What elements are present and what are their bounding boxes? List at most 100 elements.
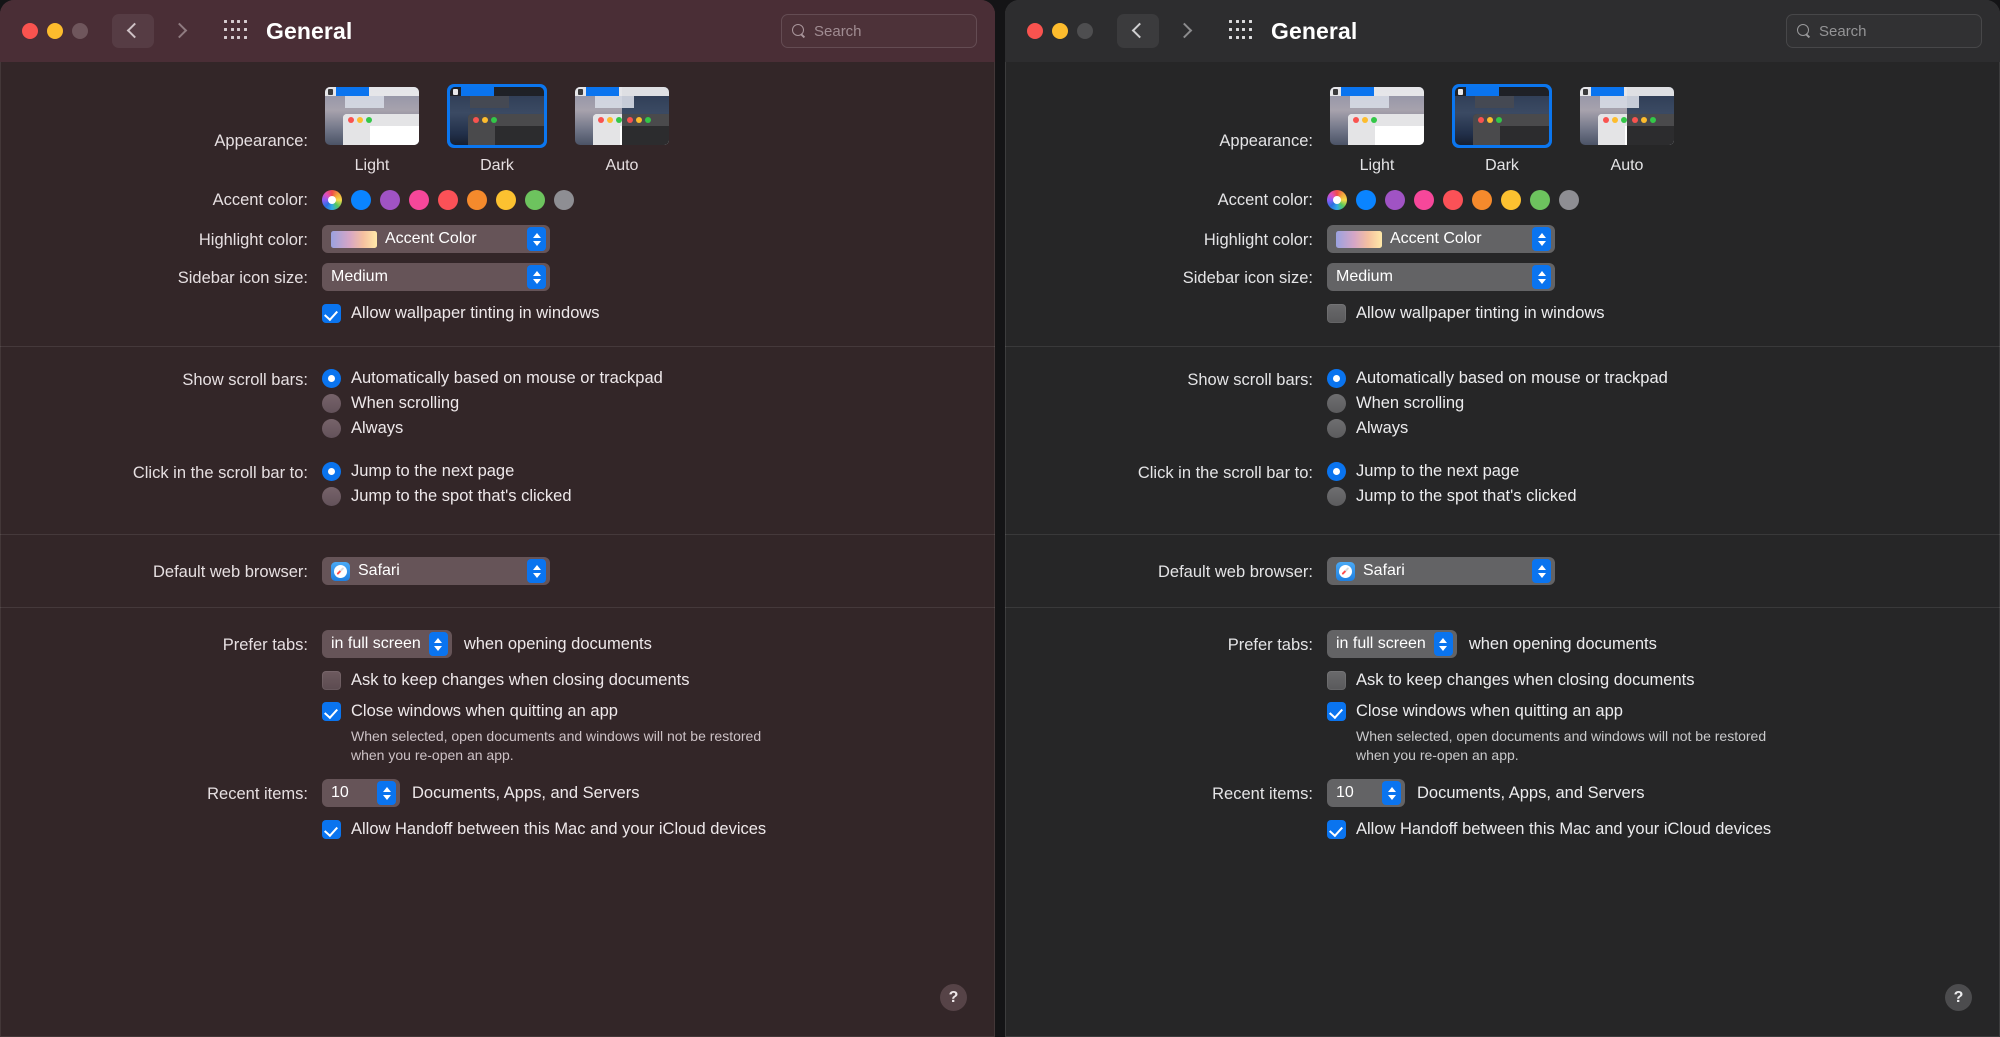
popup-arrows-icon[interactable] (1532, 265, 1551, 289)
accent-swatch-green[interactable] (1530, 190, 1550, 210)
popup-arrows-icon[interactable] (527, 227, 546, 251)
search-field[interactable]: Search (781, 14, 977, 48)
checkbox-checked-icon[interactable] (322, 304, 341, 323)
radio-selected-icon[interactable] (1327, 369, 1346, 388)
checkbox-unchecked-icon[interactable] (1327, 671, 1346, 690)
radio-unselected-icon[interactable] (1327, 419, 1346, 438)
appearance-option-light[interactable]: Light (1327, 84, 1427, 175)
scroll-bars-option-always[interactable]: Always (1327, 419, 1970, 438)
click-scroll-option-next-page[interactable]: Jump to the next page (1327, 462, 1970, 481)
appearance-option-light[interactable]: Light (322, 84, 422, 175)
scroll-bars-option-auto[interactable]: Automatically based on mouse or trackpad (1327, 369, 1970, 388)
checkbox-checked-icon[interactable] (322, 820, 341, 839)
minimize-button[interactable] (1052, 23, 1068, 39)
recent-items-popup[interactable]: 10 (1327, 779, 1405, 807)
appearance-option-dark[interactable]: Dark (447, 84, 547, 175)
show-all-grid-icon[interactable] (224, 20, 248, 42)
radio-unselected-icon[interactable] (1327, 487, 1346, 506)
sidebar-icon-size-popup[interactable]: Medium (1327, 263, 1555, 291)
popup-arrows-icon[interactable] (429, 632, 448, 656)
radio-selected-icon[interactable] (322, 462, 341, 481)
accent-swatch-red[interactable] (438, 190, 458, 210)
close-button[interactable] (1027, 23, 1043, 39)
handoff-checkbox[interactable]: Allow Handoff between this Mac and your … (322, 819, 965, 840)
back-button[interactable] (112, 14, 154, 48)
click-scroll-option-spot-clicked[interactable]: Jump to the spot that's clicked (322, 487, 965, 506)
accent-swatch-red[interactable] (1443, 190, 1463, 210)
forward-button[interactable] (158, 14, 200, 48)
accent-swatch-pink[interactable] (409, 190, 429, 210)
radio-unselected-icon[interactable] (1327, 394, 1346, 413)
ask-keep-changes-checkbox[interactable]: Ask to keep changes when closing documen… (322, 670, 965, 691)
popup-arrows-icon[interactable] (1434, 632, 1453, 656)
wallpaper-tinting-checkbox[interactable]: Allow wallpaper tinting in windows (1327, 303, 1970, 324)
radio-selected-icon[interactable] (1327, 462, 1346, 481)
accent-swatch-purple[interactable] (380, 190, 400, 210)
scroll-bars-option-when-scrolling[interactable]: When scrolling (322, 394, 965, 413)
appearance-option-auto[interactable]: Auto (572, 84, 672, 175)
accent-swatch-multicolor[interactable] (322, 190, 342, 210)
accent-swatch-blue[interactable] (1356, 190, 1376, 210)
highlight-color-popup[interactable]: Accent Color (1327, 225, 1555, 253)
help-button[interactable]: ? (940, 984, 967, 1011)
default-browser-popup[interactable]: Safari (1327, 557, 1555, 585)
radio-selected-icon[interactable] (322, 369, 341, 388)
popup-arrows-icon[interactable] (377, 781, 396, 805)
popup-arrows-icon[interactable] (527, 559, 546, 583)
scroll-bars-option-auto-label: Automatically based on mouse or trackpad (1356, 369, 1668, 388)
show-all-grid-icon[interactable] (1229, 20, 1253, 42)
accent-swatch-pink[interactable] (1414, 190, 1434, 210)
checkbox-checked-icon[interactable] (322, 702, 341, 721)
wallpaper-tinting-checkbox[interactable]: Allow wallpaper tinting in windows (322, 303, 965, 324)
click-scroll-option-spot-clicked[interactable]: Jump to the spot that's clicked (1327, 487, 1970, 506)
accent-swatch-graphite[interactable] (1559, 190, 1579, 210)
click-scroll-option-next-page[interactable]: Jump to the next page (322, 462, 965, 481)
scroll-bars-option-auto[interactable]: Automatically based on mouse or trackpad (322, 369, 965, 388)
zoom-button[interactable] (1077, 23, 1093, 39)
appearance-option-dark[interactable]: Dark (1452, 84, 1552, 175)
recent-items-popup[interactable]: 10 (322, 779, 400, 807)
help-button[interactable]: ? (1945, 984, 1972, 1011)
accent-swatch-yellow[interactable] (496, 190, 516, 210)
appearance-option-auto[interactable]: Auto (1577, 84, 1677, 175)
radio-unselected-icon[interactable] (322, 487, 341, 506)
back-button[interactable] (1117, 14, 1159, 48)
minimize-button[interactable] (47, 23, 63, 39)
checkbox-checked-icon[interactable] (1327, 702, 1346, 721)
accent-swatch-green[interactable] (525, 190, 545, 210)
scroll-bars-option-always[interactable]: Always (322, 419, 965, 438)
accent-swatch-multicolor[interactable] (1327, 190, 1347, 210)
forward-button[interactable] (1163, 14, 1205, 48)
default-browser-popup[interactable]: Safari (322, 557, 550, 585)
radio-unselected-icon[interactable] (322, 394, 341, 413)
accent-color-swatches (322, 190, 965, 210)
prefer-tabs-popup[interactable]: in full screen (1327, 630, 1457, 658)
accent-swatch-blue[interactable] (351, 190, 371, 210)
accent-swatch-orange[interactable] (467, 190, 487, 210)
checkbox-checked-icon[interactable] (1327, 820, 1346, 839)
checkbox-unchecked-icon[interactable] (322, 671, 341, 690)
zoom-button[interactable] (72, 23, 88, 39)
handoff-checkbox[interactable]: Allow Handoff between this Mac and your … (1327, 819, 1970, 840)
close-windows-checkbox[interactable]: Close windows when quitting an app (1327, 701, 1970, 722)
close-windows-checkbox[interactable]: Close windows when quitting an app (322, 701, 965, 722)
radio-unselected-icon[interactable] (322, 419, 341, 438)
scroll-bars-option-when-scrolling[interactable]: When scrolling (1327, 394, 1970, 413)
prefer-tabs-popup[interactable]: in full screen (322, 630, 452, 658)
sidebar-icon-size-popup[interactable]: Medium (322, 263, 550, 291)
ask-keep-changes-checkbox[interactable]: Ask to keep changes when closing documen… (1327, 670, 1970, 691)
popup-arrows-icon[interactable] (527, 265, 546, 289)
highlight-color-popup[interactable]: Accent Color (322, 225, 550, 253)
close-button[interactable] (22, 23, 38, 39)
search-field[interactable]: Search (1786, 14, 1982, 48)
page-title: General (1271, 18, 1357, 45)
popup-arrows-icon[interactable] (1382, 781, 1401, 805)
popup-arrows-icon[interactable] (1532, 559, 1551, 583)
accent-swatch-graphite[interactable] (554, 190, 574, 210)
accent-swatch-purple[interactable] (1385, 190, 1405, 210)
popup-arrows-icon[interactable] (1532, 227, 1551, 251)
accent-swatch-yellow[interactable] (1501, 190, 1521, 210)
accent-swatch-orange[interactable] (1472, 190, 1492, 210)
search-icon (792, 24, 806, 38)
checkbox-unchecked-icon[interactable] (1327, 304, 1346, 323)
